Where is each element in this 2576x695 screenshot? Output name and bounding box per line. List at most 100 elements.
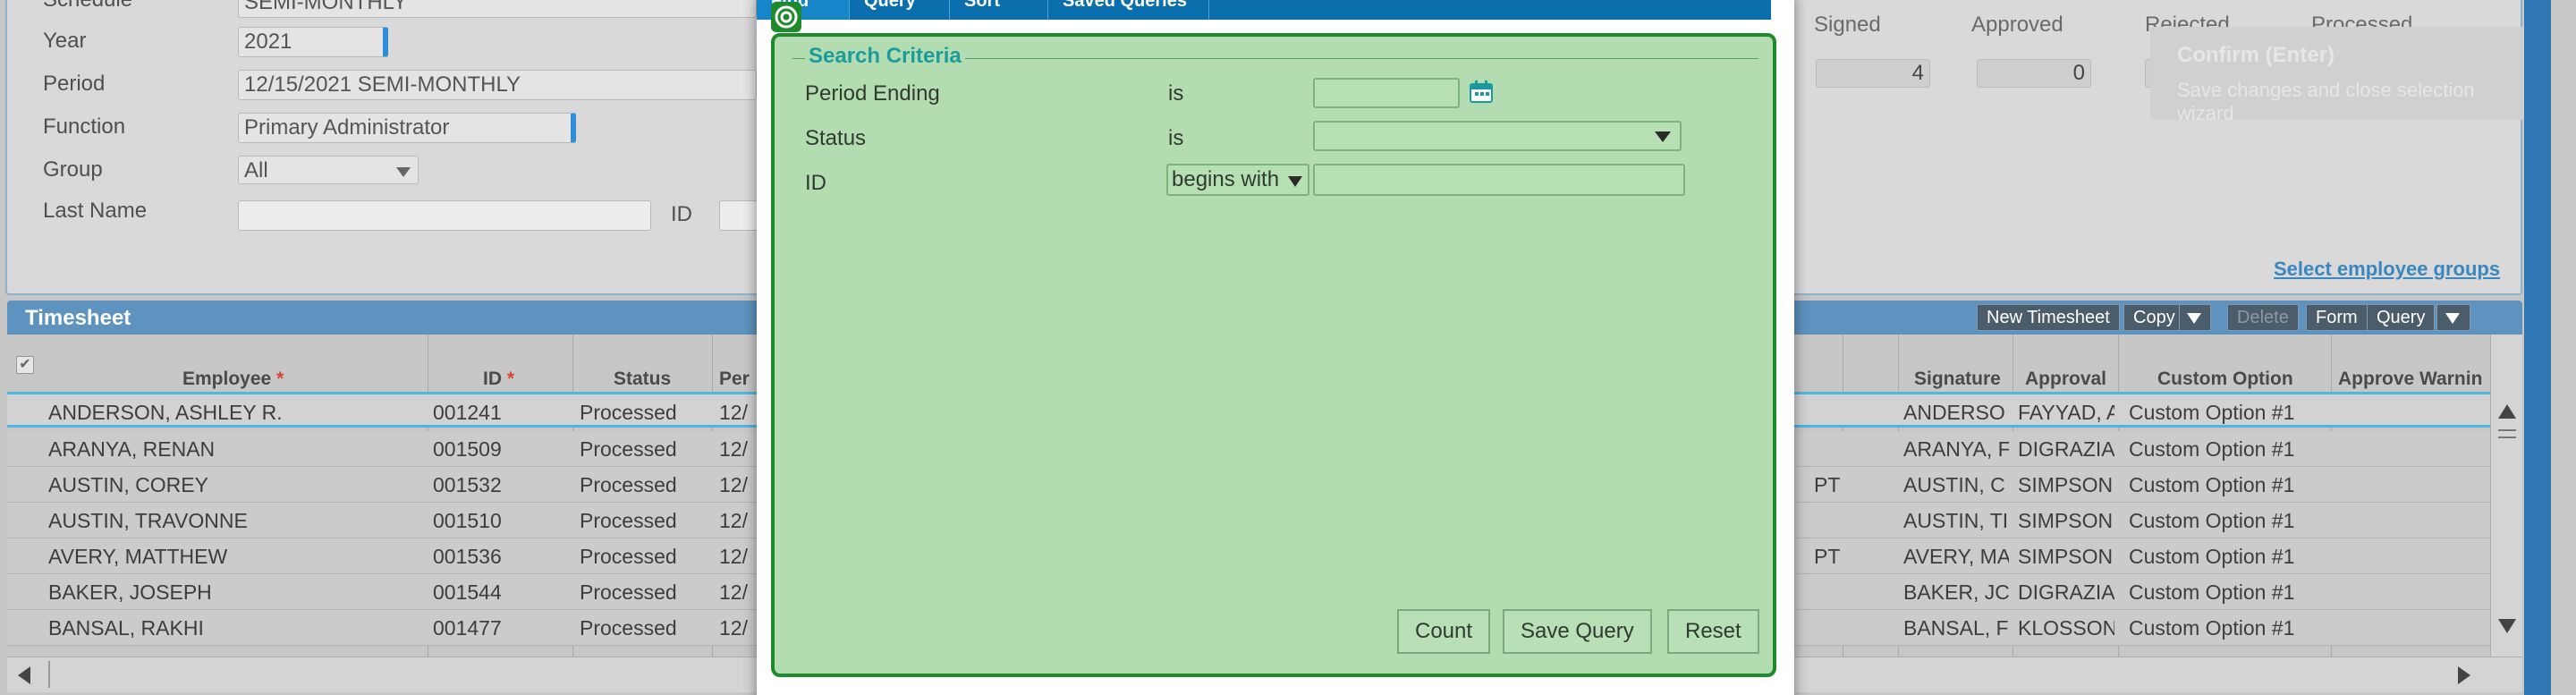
copy-button[interactable]: Copy [2123, 304, 2185, 331]
cell-approval: KLOSSON [2018, 616, 2114, 640]
query-dropdown-button[interactable] [2436, 304, 2470, 331]
cell-employee: BANSAL, RAKHI [48, 616, 204, 640]
cell-signature: AUSTIN, TI [1903, 509, 2009, 532]
tab-query[interactable]: Query [850, 0, 950, 20]
cell-employee: BAKER, JOSEPH [48, 581, 212, 604]
schedule-field[interactable]: SEMI-MONTHLY [238, 0, 757, 18]
chevron-down-icon [1288, 176, 1302, 187]
scroll-up-icon[interactable] [2498, 404, 2516, 419]
confirm-tooltip-title: Confirm (Enter) [2177, 43, 2334, 67]
copy-dropdown-button[interactable] [2179, 304, 2211, 331]
cell-status: Processed [580, 509, 677, 532]
tab-sort[interactable]: Sort [950, 0, 1048, 20]
group-label: Group [43, 157, 103, 182]
status-label: Status [805, 126, 867, 150]
cell-custom-option: Custom Option #1 [2129, 437, 2295, 461]
lastname-label: Last Name [43, 199, 148, 223]
scroll-down-icon[interactable] [2498, 619, 2516, 633]
query-dialog: Find Query Sort Saved Queries Search Cri… [757, 0, 1794, 695]
cell-id: 001510 [433, 509, 502, 532]
column-header-approve-warning[interactable]: Approve Warnin [2338, 369, 2490, 390]
timesheet-title: Timesheet [25, 306, 131, 330]
cell-period: 12/ [719, 616, 748, 640]
scroll-left-icon[interactable] [18, 666, 30, 684]
cell-period: 12/ [719, 401, 748, 424]
schedule-label: Schedule [43, 0, 132, 13]
period-label: Period [43, 72, 106, 96]
id-label: ID [671, 202, 692, 226]
cell-approval: FAYYAD, A [2018, 401, 2114, 424]
calendar-icon[interactable] [1469, 80, 1494, 105]
required-marker: * [506, 369, 515, 389]
id-operator-select[interactable]: begins with [1166, 164, 1309, 196]
period-ending-operator: is [1168, 81, 1184, 106]
function-field[interactable]: Primary Administrator [238, 113, 576, 143]
select-employee-groups-link[interactable]: Select employee groups [2274, 258, 2500, 281]
delete-button[interactable]: Delete [2227, 304, 2299, 331]
lastname-input[interactable] [238, 200, 651, 231]
dialog-tab-bar: Find Query Sort Saved Queries [757, 0, 1771, 20]
cell-signature: AVERY, MA [1903, 545, 2009, 568]
new-timesheet-button[interactable]: New Timesheet [1977, 304, 2120, 331]
cell-status: Processed [580, 545, 677, 568]
cell-custom-option: Custom Option #1 [2129, 401, 2295, 424]
year-field[interactable]: 2021 [238, 27, 388, 57]
cell-period: 12/ [719, 473, 748, 496]
cell-custom-option: Custom Option #1 [2129, 616, 2295, 640]
cell-employee: AUSTIN, TRAVONNE [48, 509, 248, 532]
column-header-approval[interactable]: Approval [2025, 369, 2106, 390]
cell-period: 12/ [719, 581, 748, 604]
reset-button[interactable]: Reset [1667, 609, 1759, 654]
confirm-tooltip-subtitle: Save changes and close selection wizard [2177, 79, 2475, 124]
cell-signature: BANSAL, F [1903, 616, 2009, 640]
form-button[interactable]: Form [2306, 304, 2368, 331]
column-header-period[interactable]: Per [719, 369, 750, 390]
stats-header-signed: Signed [1814, 13, 1881, 37]
stats-value-signed: 4 [1816, 59, 1930, 88]
cell-custom-option: Custom Option #1 [2129, 581, 2295, 604]
chevron-down-icon [396, 167, 411, 177]
cell-extra: PT [1814, 545, 1841, 568]
column-header-signature[interactable]: Signature [1914, 369, 2001, 390]
id-criteria-label: ID [805, 171, 826, 195]
save-query-button[interactable]: Save Query [1503, 609, 1652, 654]
id-criteria-input[interactable] [1313, 164, 1685, 196]
column-header-id[interactable]: ID * [483, 369, 514, 390]
query-button[interactable]: Query [2367, 304, 2436, 331]
cell-employee: AUSTIN, COREY [48, 473, 208, 496]
cell-approval: SIMPSON [2018, 545, 2114, 568]
confirm-tooltip: Confirm (Enter) Save changes and close s… [2150, 27, 2535, 124]
cell-status: Processed [580, 581, 677, 604]
period-ending-label: Period Ending [805, 81, 940, 106]
group-select-value: All [244, 158, 268, 182]
period-field[interactable]: 12/15/2021 SEMI-MONTHLY [238, 70, 757, 100]
column-header-employee[interactable]: Employee * [182, 369, 284, 390]
required-marker: * [276, 369, 284, 389]
status-operator: is [1168, 126, 1184, 150]
cell-signature: AUSTIN, C [1903, 473, 2005, 496]
group-select[interactable]: All [238, 156, 419, 184]
cell-custom-option: Custom Option #1 [2129, 473, 2295, 496]
chevron-down-icon [1655, 131, 1671, 142]
cell-approval: DIGRAZIA [2018, 581, 2114, 604]
period-ending-input[interactable] [1313, 78, 1460, 108]
cell-status: Processed [580, 437, 677, 461]
scroll-thumb[interactable] [2498, 429, 2516, 438]
stats-header-approved: Approved [1971, 13, 2063, 37]
count-button[interactable]: Count [1397, 609, 1491, 654]
grid-vertical-scrollbar[interactable] [2490, 335, 2522, 657]
cell-id: 001477 [433, 616, 502, 640]
cell-approval: SIMPSON [2018, 473, 2114, 496]
tab-saved-queries[interactable]: Saved Queries [1048, 0, 1209, 20]
column-header-custom-option[interactable]: Custom Option [2157, 369, 2293, 390]
column-header-status[interactable]: Status [614, 369, 671, 390]
cell-extra: PT [1814, 473, 1841, 496]
cell-signature: ARANYA, F [1903, 437, 2009, 461]
function-label: Function [43, 114, 126, 139]
scroll-right-icon[interactable] [2458, 666, 2470, 684]
select-all-checkbox[interactable]: ✔ [16, 356, 34, 374]
cell-id: 001241 [433, 401, 502, 424]
cell-employee: ANDERSON, ASHLEY R. [48, 401, 283, 424]
chevron-down-icon [2187, 312, 2201, 324]
status-select[interactable] [1313, 121, 1682, 151]
